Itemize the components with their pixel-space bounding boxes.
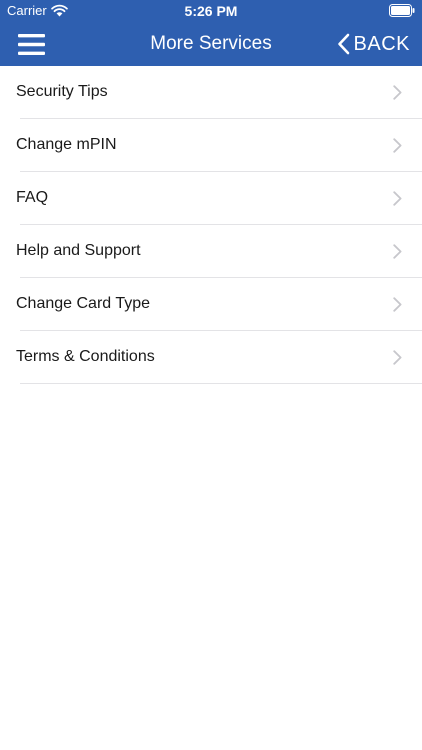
page-title: More Services	[150, 33, 272, 54]
list-item-change-card-type[interactable]: Change Card Type	[0, 278, 422, 331]
list-item-faq[interactable]: FAQ	[0, 172, 422, 225]
more-services-list: Security Tips Change mPIN FAQ Help and S…	[0, 66, 422, 384]
list-item-help-and-support[interactable]: Help and Support	[0, 225, 422, 278]
chevron-right-icon	[393, 244, 402, 259]
back-label: BACK	[353, 32, 410, 55]
list-item-change-mpin[interactable]: Change mPIN	[0, 119, 422, 172]
list-item-label: Change Card Type	[16, 295, 151, 312]
chevron-right-icon	[393, 138, 402, 153]
list-item-label: Security Tips	[16, 83, 108, 100]
header: Carrier 5:26 PM More Services BACK	[0, 0, 422, 66]
chevron-right-icon	[393, 350, 402, 365]
list-item-label: FAQ	[16, 189, 49, 206]
battery-icon	[389, 4, 415, 17]
list-item-security-tips[interactable]: Security Tips	[0, 66, 422, 119]
back-button[interactable]: BACK	[337, 22, 410, 66]
chevron-right-icon	[393, 191, 402, 206]
navigation-bar: More Services BACK	[0, 22, 422, 66]
chevron-left-icon	[337, 33, 349, 55]
list-item-label: Terms & Conditions	[16, 348, 155, 365]
chevron-right-icon	[393, 297, 402, 312]
list-item-terms-and-conditions[interactable]: Terms & Conditions	[0, 331, 422, 384]
status-time: 5:26 PM	[184, 3, 238, 19]
menu-button[interactable]	[12, 26, 52, 62]
list-item-label: Change mPIN	[16, 136, 117, 153]
more-services-screen: Carrier 5:26 PM More Services BACK Secur…	[0, 0, 422, 750]
list-item-label: Help and Support	[16, 242, 141, 259]
status-bar: Carrier 5:26 PM	[0, 0, 422, 22]
hamburger-menu-icon	[18, 34, 45, 55]
chevron-right-icon	[393, 85, 402, 100]
